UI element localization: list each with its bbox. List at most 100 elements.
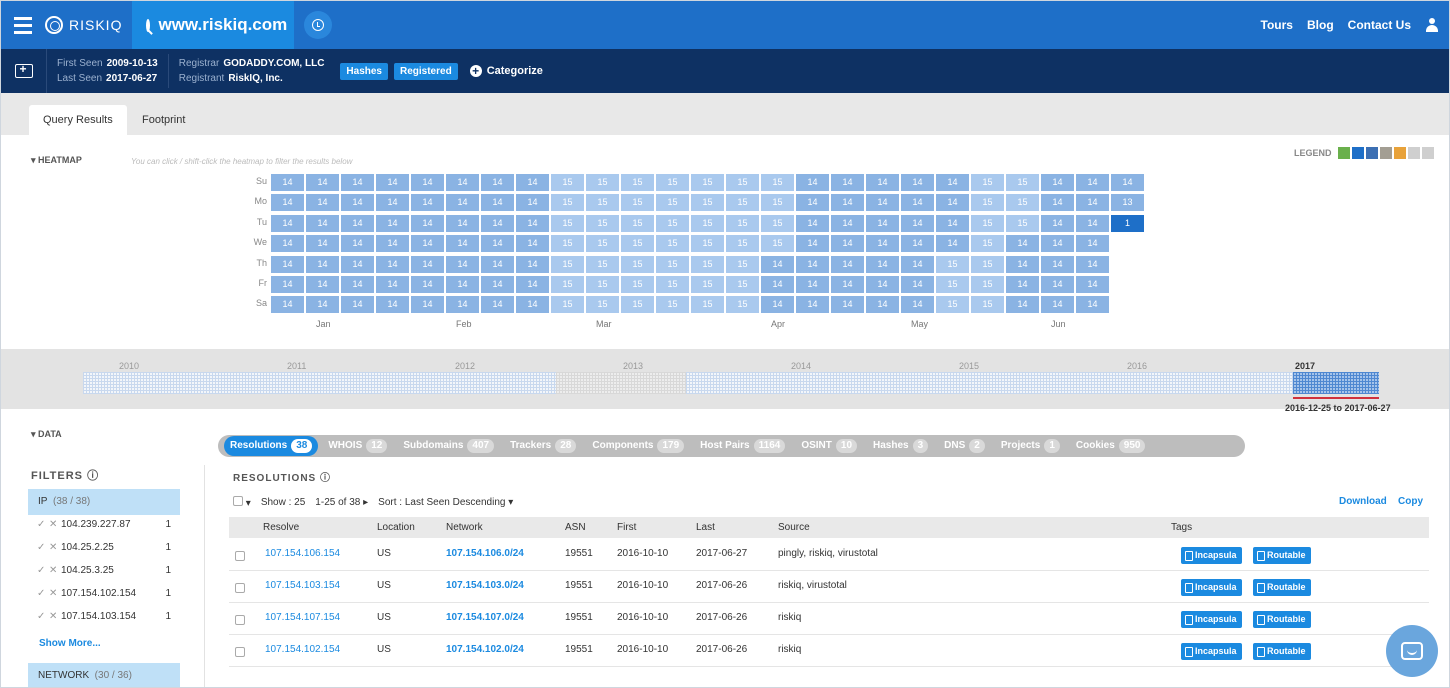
heatmap-cell[interactable]: 15 bbox=[586, 194, 619, 212]
heatmap-cell[interactable]: 15 bbox=[971, 214, 1004, 232]
heatmap-cell[interactable]: 14 bbox=[831, 194, 864, 212]
heatmap-cell[interactable]: 14 bbox=[901, 255, 934, 273]
data-tab-projects[interactable]: Projects 1 bbox=[995, 436, 1066, 456]
heatmap-cell[interactable]: 14 bbox=[516, 296, 549, 314]
row-checkbox[interactable] bbox=[235, 583, 245, 593]
heatmap-cell[interactable]: 14 bbox=[516, 194, 549, 212]
col-asn[interactable]: ASN bbox=[565, 522, 586, 533]
heatmap-cell[interactable]: 14 bbox=[411, 235, 444, 253]
legend-swatch[interactable] bbox=[1393, 147, 1406, 159]
heatmap-cell[interactable]: 15 bbox=[656, 235, 689, 253]
heatmap-cell[interactable]: 14 bbox=[481, 276, 514, 293]
heatmap-cell[interactable]: 14 bbox=[446, 214, 479, 232]
heatmap-cell[interactable]: 14 bbox=[1041, 276, 1074, 293]
heatmap-cell[interactable]: 15 bbox=[551, 255, 584, 273]
legend-swatch[interactable] bbox=[1407, 147, 1420, 159]
heatmap-cell[interactable]: 15 bbox=[586, 214, 619, 232]
heatmap-cell[interactable]: 15 bbox=[1006, 174, 1039, 191]
data-tab-hashes[interactable]: Hashes 3 bbox=[867, 436, 934, 456]
col-resolve[interactable]: Resolve bbox=[263, 522, 299, 533]
timeline-bar[interactable] bbox=[83, 372, 1379, 394]
row-checkbox[interactable] bbox=[235, 615, 245, 625]
heatmap-cell[interactable]: 14 bbox=[1076, 276, 1109, 293]
heatmap-cell[interactable]: 14 bbox=[341, 255, 374, 273]
heatmap-cell[interactable]: 14 bbox=[271, 235, 304, 253]
heatmap-cell[interactable]: 14 bbox=[306, 235, 339, 253]
heatmap-cell[interactable]: 14 bbox=[936, 174, 969, 191]
check-icon[interactable]: ✓ bbox=[37, 588, 49, 599]
row-checkbox[interactable] bbox=[235, 551, 245, 561]
heatmap-cell[interactable]: 15 bbox=[656, 296, 689, 314]
heatmap-cell[interactable]: 14 bbox=[481, 235, 514, 253]
heatmap-cell[interactable]: 14 bbox=[376, 174, 409, 191]
heatmap-cell[interactable]: 14 bbox=[271, 214, 304, 232]
heatmap-cell[interactable]: 15 bbox=[551, 235, 584, 253]
info-icon[interactable]: ⓘ bbox=[87, 470, 99, 482]
data-tab-cookies[interactable]: Cookies 950 bbox=[1070, 436, 1152, 456]
add-to-project-button[interactable] bbox=[1, 49, 47, 93]
heatmap-cell[interactable]: 14 bbox=[376, 255, 409, 273]
heatmap-legend[interactable]: LEGEND bbox=[1294, 147, 1434, 159]
sort-select[interactable]: Sort : Last Seen Descending ▾ bbox=[378, 497, 513, 508]
heatmap-cell[interactable]: 15 bbox=[656, 214, 689, 232]
heatmap-cell[interactable]: 14 bbox=[411, 296, 444, 314]
heatmap-cell[interactable]: 15 bbox=[971, 174, 1004, 191]
heatmap-cell[interactable]: 15 bbox=[1006, 214, 1039, 232]
heatmap-cell[interactable]: 14 bbox=[1006, 296, 1039, 314]
heatmap-cell[interactable]: 14 bbox=[866, 214, 899, 232]
heatmap-cell[interactable]: 15 bbox=[761, 235, 794, 253]
heatmap-cell[interactable]: 14 bbox=[796, 296, 829, 314]
heatmap-cell[interactable]: 15 bbox=[971, 235, 1004, 253]
timeline[interactable]: 2010 2011 2012 2013 2014 2015 2016 2017 2016-12… bbox=[1, 349, 1449, 413]
heatmap-cell[interactable]: 15 bbox=[971, 194, 1004, 212]
heatmap-cell[interactable]: 15 bbox=[621, 255, 654, 273]
heatmap-cell[interactable]: 14 bbox=[306, 194, 339, 212]
heatmap-cell[interactable]: 15 bbox=[551, 296, 584, 314]
tag-routable[interactable]: Routable bbox=[1253, 579, 1311, 596]
col-tags[interactable]: Tags bbox=[1171, 522, 1192, 533]
exclude-icon[interactable]: ✕ bbox=[49, 565, 61, 576]
heatmap-cell[interactable]: 15 bbox=[621, 194, 654, 212]
heatmap-cell[interactable]: 14 bbox=[796, 235, 829, 253]
tag-incapsula[interactable]: Incapsula bbox=[1181, 643, 1242, 660]
heatmap-cell[interactable]: 14 bbox=[1076, 296, 1109, 314]
download-link[interactable]: Download bbox=[1339, 496, 1387, 507]
heatmap-cell[interactable]: 15 bbox=[936, 276, 969, 293]
check-icon[interactable]: ✓ bbox=[37, 542, 49, 553]
resolve-link[interactable]: 107.154.103.154 bbox=[265, 580, 340, 591]
heatmap-cell[interactable]: 14 bbox=[271, 296, 304, 314]
heatmap-cell[interactable]: 14 bbox=[446, 235, 479, 253]
network-link[interactable]: 107.154.107.0/24 bbox=[446, 612, 524, 623]
heatmap-cell[interactable]: 14 bbox=[481, 255, 514, 273]
heatmap-cell[interactable]: 13 bbox=[1111, 194, 1144, 212]
heatmap-cell[interactable]: 14 bbox=[341, 214, 374, 232]
ip-filter-header[interactable]: IP (38 / 38) bbox=[28, 489, 180, 515]
heatmap-cell[interactable]: 14 bbox=[796, 214, 829, 232]
resolve-link[interactable]: 107.154.107.154 bbox=[265, 612, 340, 623]
heatmap-cell[interactable]: 14 bbox=[341, 296, 374, 314]
col-location[interactable]: Location bbox=[377, 522, 415, 533]
heatmap-cell[interactable]: 14 bbox=[901, 296, 934, 314]
tag-routable[interactable]: Routable bbox=[1253, 611, 1311, 628]
tours-link[interactable]: Tours bbox=[1261, 18, 1293, 32]
heatmap-cell[interactable]: 14 bbox=[831, 276, 864, 293]
heatmap-cell[interactable]: 15 bbox=[586, 255, 619, 273]
heatmap-cell[interactable]: 14 bbox=[831, 174, 864, 191]
heatmap-cell[interactable]: 15 bbox=[621, 174, 654, 191]
heatmap-cell[interactable]: 14 bbox=[376, 296, 409, 314]
heatmap-cell[interactable]: 15 bbox=[691, 296, 724, 314]
heatmap-cell[interactable]: 14 bbox=[306, 276, 339, 293]
check-icon[interactable]: ✓ bbox=[37, 519, 49, 530]
show-more-link[interactable]: Show More... bbox=[39, 638, 101, 649]
heatmap-cell[interactable]: 15 bbox=[691, 194, 724, 212]
data-tab-trackers[interactable]: Trackers 28 bbox=[504, 436, 582, 456]
heatmap-cell[interactable]: 15 bbox=[936, 255, 969, 273]
heatmap-cell[interactable]: 14 bbox=[376, 194, 409, 212]
ip-filter-item[interactable]: ✓ ✕ 107.154.103.154 1 bbox=[37, 611, 171, 622]
heatmap-cell[interactable]: 15 bbox=[936, 296, 969, 314]
legend-swatch[interactable] bbox=[1421, 147, 1434, 159]
heatmap-cell[interactable]: 15 bbox=[691, 255, 724, 273]
heatmap-cell[interactable]: 15 bbox=[586, 235, 619, 253]
table-row[interactable]: 107.154.106.154 US 107.154.106.0/24 19551 20… bbox=[229, 540, 1429, 571]
timeline-selection[interactable] bbox=[1293, 372, 1379, 394]
